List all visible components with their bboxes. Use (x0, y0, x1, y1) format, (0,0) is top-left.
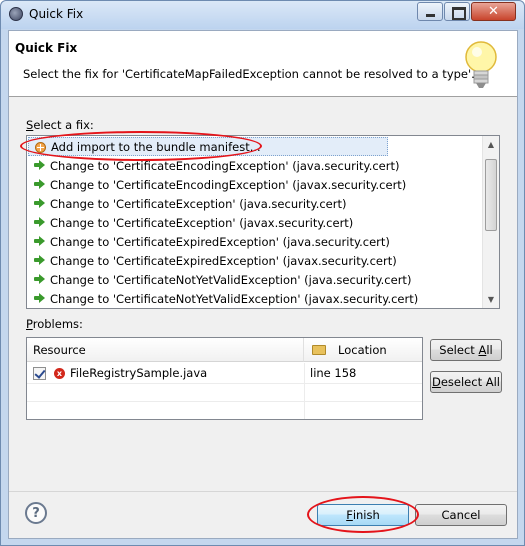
fix-item-label: Change to 'CertificateExpiredException' … (50, 253, 397, 268)
scroll-down-icon[interactable]: ▼ (483, 291, 499, 308)
fix-item[interactable]: Change to 'CertificateEncodingException'… (28, 156, 485, 175)
help-icon[interactable]: ? (25, 502, 47, 524)
select-all-mnemonic: A (478, 343, 487, 357)
fix-list[interactable]: Add import to the bundle manifest... Cha… (26, 135, 500, 309)
dialog-header: Quick Fix Select the fix for 'Certificat… (9, 31, 517, 97)
footer-divider (9, 491, 517, 492)
change-arrow-icon (34, 179, 45, 190)
deselect-all-button[interactable]: Deselect All (430, 371, 502, 393)
close-icon: ✕ (488, 4, 499, 19)
minimize-button[interactable] (417, 2, 443, 21)
resource-name: FileRegistrySample.java (70, 366, 208, 380)
fix-item-label: Change to 'CertificateException' (java.s… (50, 196, 347, 211)
fix-item-label: Change to 'CertificateExpiredException' … (50, 234, 390, 249)
fix-item-add-import[interactable]: Add import to the bundle manifest... (28, 137, 388, 156)
close-button[interactable]: ✕ (471, 2, 516, 21)
change-arrow-icon (34, 255, 45, 266)
select-fix-label: Select a fix: (26, 118, 94, 132)
folder-icon (312, 344, 326, 355)
change-arrow-icon (34, 274, 45, 285)
maximize-button[interactable] (444, 2, 470, 21)
change-arrow-icon (34, 236, 45, 247)
header-description: Select the fix for 'CertificateMapFailed… (23, 67, 475, 81)
problems-table: Resource Location x FileRegistrySample.j… (26, 337, 423, 420)
table-row[interactable]: x FileRegistrySample.java line 158 (27, 363, 422, 383)
select-all-label-rest: ll (486, 343, 493, 357)
finish-mnemonic: F (346, 508, 353, 522)
grid-line (304, 363, 305, 419)
problems-label-text: roblems: (32, 317, 83, 331)
fix-list-scrollbar[interactable]: ▲ ▼ (482, 136, 499, 308)
fix-item[interactable]: Change to 'CertificateException' (javax.… (28, 213, 485, 232)
change-arrow-icon (34, 160, 45, 171)
location-cell: line 158 (310, 366, 357, 380)
fix-item-label: Change to 'CertificateNotYetValidExcepti… (50, 272, 412, 287)
window-title: Quick Fix (29, 7, 84, 21)
column-header-resource-label: Resource (33, 342, 86, 357)
title-bar[interactable]: Quick Fix ✕ (1, 1, 524, 29)
fix-item-label: Change to 'CertificateNotYetValidExcepti… (50, 291, 419, 306)
deselect-all-mnemonic: D (431, 375, 441, 389)
fix-item[interactable]: Change to 'CertificateException' (java.s… (28, 194, 485, 213)
change-arrow-icon (34, 217, 45, 228)
eclipse-app-icon (9, 7, 23, 21)
select-all-label: Select (439, 343, 479, 357)
select-all-button[interactable]: Select All (430, 339, 502, 361)
column-header-location-label: Location (338, 342, 387, 357)
lightbulb-icon (465, 41, 497, 88)
fix-item-label: Add import to the bundle manifest... (51, 139, 261, 154)
add-import-icon (35, 142, 46, 153)
fix-item[interactable]: Change to 'CertificateExpiredException' … (28, 251, 485, 270)
finish-label: inish (352, 508, 380, 522)
select-fix-label-text: elect a fix: (33, 118, 94, 132)
fix-item[interactable]: Change to 'CertificateEncodingException'… (28, 175, 485, 194)
problems-mnemonic: P (26, 317, 33, 331)
fix-item-label: Change to 'CertificateEncodingException'… (50, 177, 407, 192)
grid-line (27, 383, 422, 384)
column-header-resource[interactable]: Resource (27, 338, 304, 362)
problems-label: Problems: (26, 317, 83, 331)
fix-item-label: Change to 'CertificateException' (javax.… (50, 215, 354, 230)
fix-item[interactable]: Change to 'CertificateExpiredException' … (28, 232, 485, 251)
error-icon: x (54, 367, 65, 379)
change-arrow-icon (34, 198, 45, 209)
dialog-client: Quick Fix Select the fix for 'Certificat… (8, 30, 518, 539)
header-title: Quick Fix (15, 41, 78, 55)
problem-checkbox[interactable] (33, 366, 46, 380)
resource-cell: x FileRegistrySample.java (33, 366, 207, 380)
fix-item[interactable]: Change to 'CertificateNotYetValidExcepti… (28, 270, 485, 289)
scroll-thumb[interactable] (485, 159, 497, 231)
scroll-up-icon[interactable]: ▲ (483, 136, 499, 153)
fix-item[interactable]: Change to 'CertificateNotYetValidExcepti… (28, 289, 485, 308)
deselect-all-label: eselect All (440, 375, 501, 389)
grid-line (27, 401, 422, 402)
cancel-button[interactable]: Cancel (415, 504, 507, 526)
column-header-location[interactable]: Location (304, 338, 422, 362)
quick-fix-window: Quick Fix ✕ Quick Fix Select the fix for… (0, 0, 525, 546)
fix-item-label: Change to 'CertificateEncodingException'… (50, 158, 400, 173)
finish-button[interactable]: Finish (317, 504, 409, 526)
change-arrow-icon (34, 293, 45, 304)
